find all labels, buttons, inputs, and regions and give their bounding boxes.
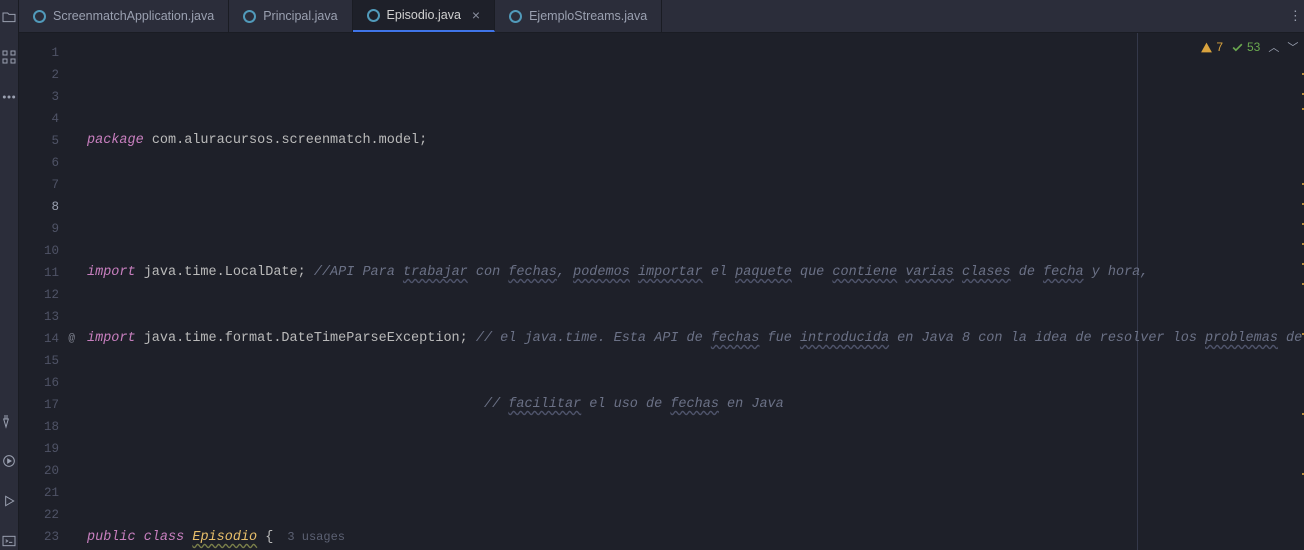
tab-ejemplostreams[interactable]: EjemploStreams.java (495, 0, 662, 32)
java-file-icon (509, 10, 522, 23)
services-icon[interactable] (0, 452, 18, 470)
chevron-down-icon[interactable]: ﹀ (1287, 39, 1298, 55)
project-icon[interactable] (0, 8, 18, 26)
tab-screenmatch[interactable]: ScreenmatchApplication.java (19, 0, 229, 32)
tab-label: EjemploStreams.java (529, 9, 647, 23)
tab-principal[interactable]: Principal.java (229, 0, 352, 32)
more-icon[interactable] (0, 88, 18, 106)
tab-episodio[interactable]: Episodio.java × (353, 0, 496, 32)
chevron-up-icon[interactable]: ︿ (1268, 39, 1279, 55)
run-icon[interactable] (0, 492, 18, 510)
java-file-icon (33, 10, 46, 23)
tool-rail (0, 0, 19, 550)
line-gutter: 1234567891011121314@151617181920212223 (19, 33, 77, 550)
warnings-count: 7 (1216, 40, 1223, 54)
passes-badge[interactable]: 53 (1231, 40, 1260, 54)
tabs-overflow-icon[interactable]: ⋮ (1280, 0, 1304, 32)
code-area[interactable]: package com.aluracursos.screenmatch.mode… (77, 33, 1304, 550)
inspection-status[interactable]: 7 53 ︿ ﹀ (1200, 39, 1298, 55)
tab-label: Episodio.java (387, 8, 461, 22)
passes-count: 53 (1247, 40, 1260, 54)
tab-label: Principal.java (263, 9, 337, 23)
build-icon[interactable] (0, 412, 18, 430)
terminal-icon[interactable] (0, 532, 18, 550)
close-icon[interactable]: × (472, 7, 480, 23)
editor[interactable]: 1234567891011121314@151617181920212223 p… (19, 33, 1304, 550)
error-stripe[interactable] (1300, 33, 1304, 550)
java-file-icon (367, 9, 380, 22)
structure-icon[interactable] (0, 48, 18, 66)
tab-label: ScreenmatchApplication.java (53, 9, 214, 23)
editor-tabs: ScreenmatchApplication.java Principal.ja… (19, 0, 1304, 33)
java-file-icon (243, 10, 256, 23)
warnings-badge[interactable]: 7 (1200, 40, 1223, 54)
